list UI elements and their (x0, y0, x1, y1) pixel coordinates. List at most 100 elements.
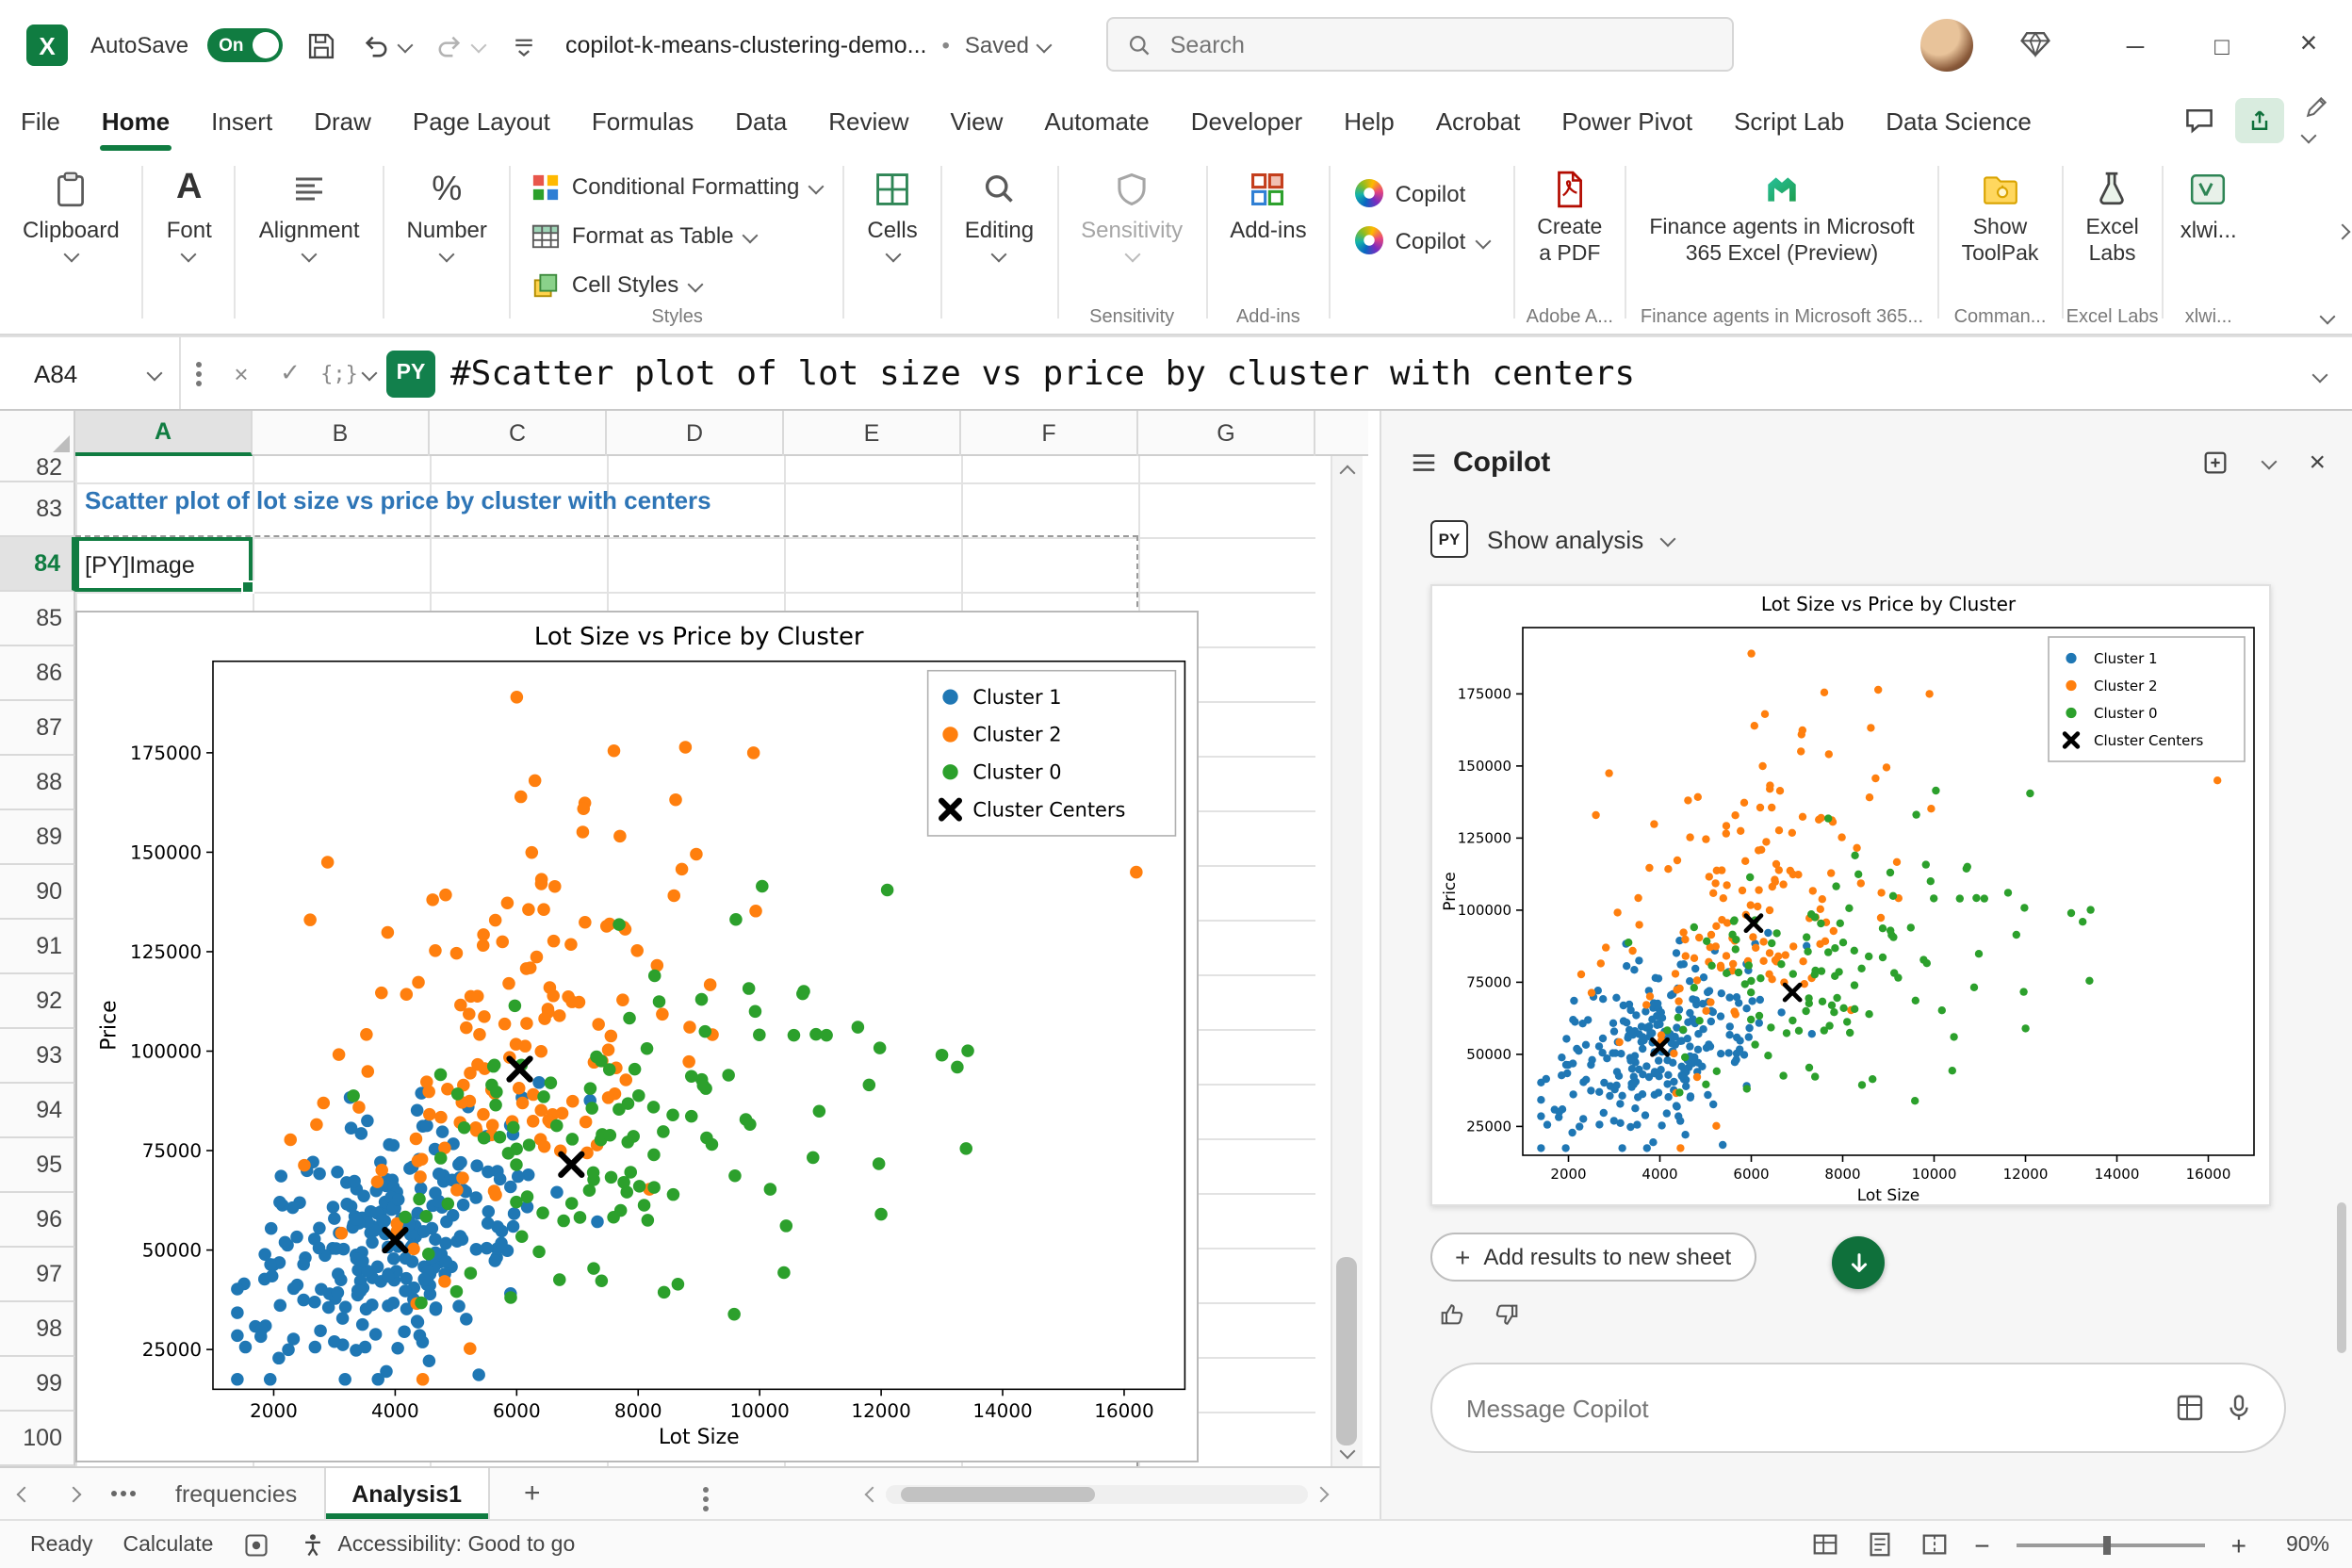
cell-styles-button[interactable]: Cell Styles (525, 262, 709, 307)
row-header-97[interactable]: 97 (0, 1248, 75, 1302)
ribbon-tab-developer[interactable]: Developer (1170, 90, 1324, 151)
collapse-pane-chevron[interactable] (2262, 454, 2278, 470)
formula-bar-grip[interactable] (196, 370, 202, 376)
prev-sheet-button[interactable] (0, 1488, 49, 1499)
row-header-93[interactable]: 93 (0, 1029, 75, 1084)
zoom-out-button[interactable]: − (1974, 1529, 1989, 1560)
confirm-entry-button[interactable]: ✓ (266, 358, 315, 388)
new-chat-button[interactable] (2201, 448, 2230, 476)
formula-input[interactable]: #Scatter plot of lot size vs price by cl… (450, 353, 2288, 393)
embedded-chart[interactable]: 2000400060008000100001200014000160002500… (75, 611, 1199, 1462)
row-header-91[interactable]: 91 (0, 920, 75, 974)
formula-bar-expand-button[interactable] (2288, 360, 2352, 386)
close-button[interactable]: × (2265, 0, 2352, 90)
horizontal-scroll-thumb[interactable] (901, 1487, 1095, 1502)
row-header-85[interactable]: 85 (0, 592, 75, 646)
row-header-84[interactable]: 84 (0, 537, 75, 592)
add-results-button[interactable]: + Add results to new sheet (1430, 1233, 1756, 1282)
column-header-g[interactable]: G (1138, 411, 1315, 456)
search-input[interactable] (1167, 29, 1713, 59)
ribbon-tab-draw[interactable]: Draw (293, 90, 392, 151)
accessibility-status[interactable]: Accessibility: Good to go (300, 1531, 575, 1558)
ribbon-tab-file[interactable]: File (0, 90, 81, 151)
show-analysis-toggle[interactable]: Show analysis (1487, 525, 1643, 553)
thumbs-down-button[interactable] (1493, 1300, 1521, 1329)
ribbon-tab-review[interactable]: Review (808, 90, 929, 151)
copilot-chart-card[interactable]: 2000400060008000100001200014000160002500… (1430, 584, 2271, 1206)
row-header-100[interactable]: 100 (0, 1412, 75, 1466)
page-break-view-icon[interactable] (1919, 1530, 1948, 1559)
column-header-e[interactable]: E (784, 411, 961, 456)
zoom-in-button[interactable]: + (2231, 1529, 2246, 1560)
name-box-input[interactable] (30, 357, 132, 389)
macro-record-button[interactable] (243, 1531, 270, 1558)
column-header-c[interactable]: C (430, 411, 607, 456)
ribbon-tab-help[interactable]: Help (1323, 90, 1415, 151)
ribbon-overflow-chevron[interactable] (2335, 224, 2351, 240)
addins-button[interactable]: Add-ins (1220, 160, 1315, 249)
scroll-to-bottom-button[interactable] (1832, 1236, 1885, 1289)
row-header-87[interactable]: 87 (0, 701, 75, 756)
document-title[interactable]: copilot-k-means-clustering-demo... (565, 32, 927, 58)
calculate-button[interactable]: Calculate (123, 1533, 214, 1556)
row-header-90[interactable]: 90 (0, 865, 75, 920)
ribbon-tab-page-layout[interactable]: Page Layout (392, 90, 571, 151)
column-header-f[interactable]: F (961, 411, 1138, 456)
tab-bar-menu[interactable] (688, 1480, 724, 1507)
scroll-up-arrow[interactable] (1332, 456, 1363, 482)
row-header-82[interactable]: 82 (0, 456, 75, 482)
column-header-a[interactable]: A (75, 411, 253, 456)
row-header-92[interactable]: 92 (0, 974, 75, 1029)
row-header-89[interactable]: 89 (0, 810, 75, 865)
premium-gem-icon[interactable] (2018, 26, 2052, 60)
ribbon-tab-view[interactable]: View (929, 90, 1023, 151)
sheet-context-icon[interactable] (2175, 1393, 2205, 1423)
page-layout-view-icon[interactable] (1865, 1530, 1893, 1559)
alignment-button[interactable]: Alignment (250, 160, 369, 266)
ribbon-tab-script-lab[interactable]: Script Lab (1713, 90, 1865, 151)
ribbon-collapse-chevron[interactable] (2320, 309, 2336, 325)
select-all-corner[interactable] (0, 411, 75, 456)
editing-mode-button[interactable] (2303, 94, 2329, 147)
number-button[interactable]: % Number (398, 160, 497, 266)
search-box[interactable] (1106, 17, 1734, 72)
clipboard-button[interactable]: Clipboard (13, 160, 129, 266)
name-box[interactable] (0, 337, 181, 409)
column-header-d[interactable]: D (607, 411, 784, 456)
zoom-slider[interactable] (2017, 1543, 2205, 1546)
scroll-right-arrow[interactable] (1314, 1487, 1330, 1503)
row-header-94[interactable]: 94 (0, 1084, 75, 1138)
ribbon-tab-home[interactable]: Home (81, 90, 190, 151)
saved-status[interactable]: Saved (965, 32, 1050, 58)
sheet-tab-analysis1[interactable]: Analysis1 (323, 1468, 490, 1519)
copilot-message-input[interactable] (1462, 1392, 2156, 1424)
ribbon-tab-acrobat[interactable]: Acrobat (1415, 90, 1542, 151)
row-header-86[interactable]: 86 (0, 646, 75, 701)
thumbs-up-button[interactable] (1438, 1300, 1466, 1329)
vertical-scroll-thumb[interactable] (1336, 1257, 1357, 1446)
ribbon-tab-data[interactable]: Data (714, 90, 808, 151)
editing-button[interactable]: Editing (956, 160, 1043, 266)
pane-scroll-thumb[interactable] (2337, 1202, 2346, 1353)
save-button[interactable] (305, 29, 337, 61)
format-as-table-button[interactable]: Format as Table (525, 213, 764, 258)
ribbon-tab-insert[interactable]: Insert (190, 90, 293, 151)
row-header-96[interactable]: 96 (0, 1193, 75, 1248)
xlwings-button[interactable]: xlwi... (2171, 160, 2246, 249)
font-button[interactable]: A Font (157, 160, 221, 266)
ribbon-tab-data-science[interactable]: Data Science (1865, 90, 2052, 151)
scroll-left-arrow[interactable] (865, 1487, 881, 1503)
copilot-dropdown-button[interactable]: Copilot (1345, 222, 1500, 258)
normal-view-icon[interactable] (1810, 1530, 1838, 1559)
avatar[interactable] (1920, 19, 1973, 72)
ribbon-tab-automate[interactable]: Automate (1023, 90, 1169, 151)
row-header-95[interactable]: 95 (0, 1138, 75, 1193)
sheet-tab-frequencies[interactable]: frequencies (149, 1468, 323, 1519)
cell-a83-text[interactable]: Scatter plot of lot size vs price by clu… (85, 486, 711, 514)
conditional-formatting-button[interactable]: Conditional Formatting (525, 164, 829, 209)
create-pdf-button[interactable]: Createa PDF (1527, 160, 1611, 274)
maximize-button[interactable]: □ (2179, 0, 2265, 90)
all-sheets-button[interactable] (121, 1491, 126, 1496)
redo-button[interactable] (433, 29, 484, 61)
copilot-button[interactable]: Copilot (1345, 175, 1478, 211)
